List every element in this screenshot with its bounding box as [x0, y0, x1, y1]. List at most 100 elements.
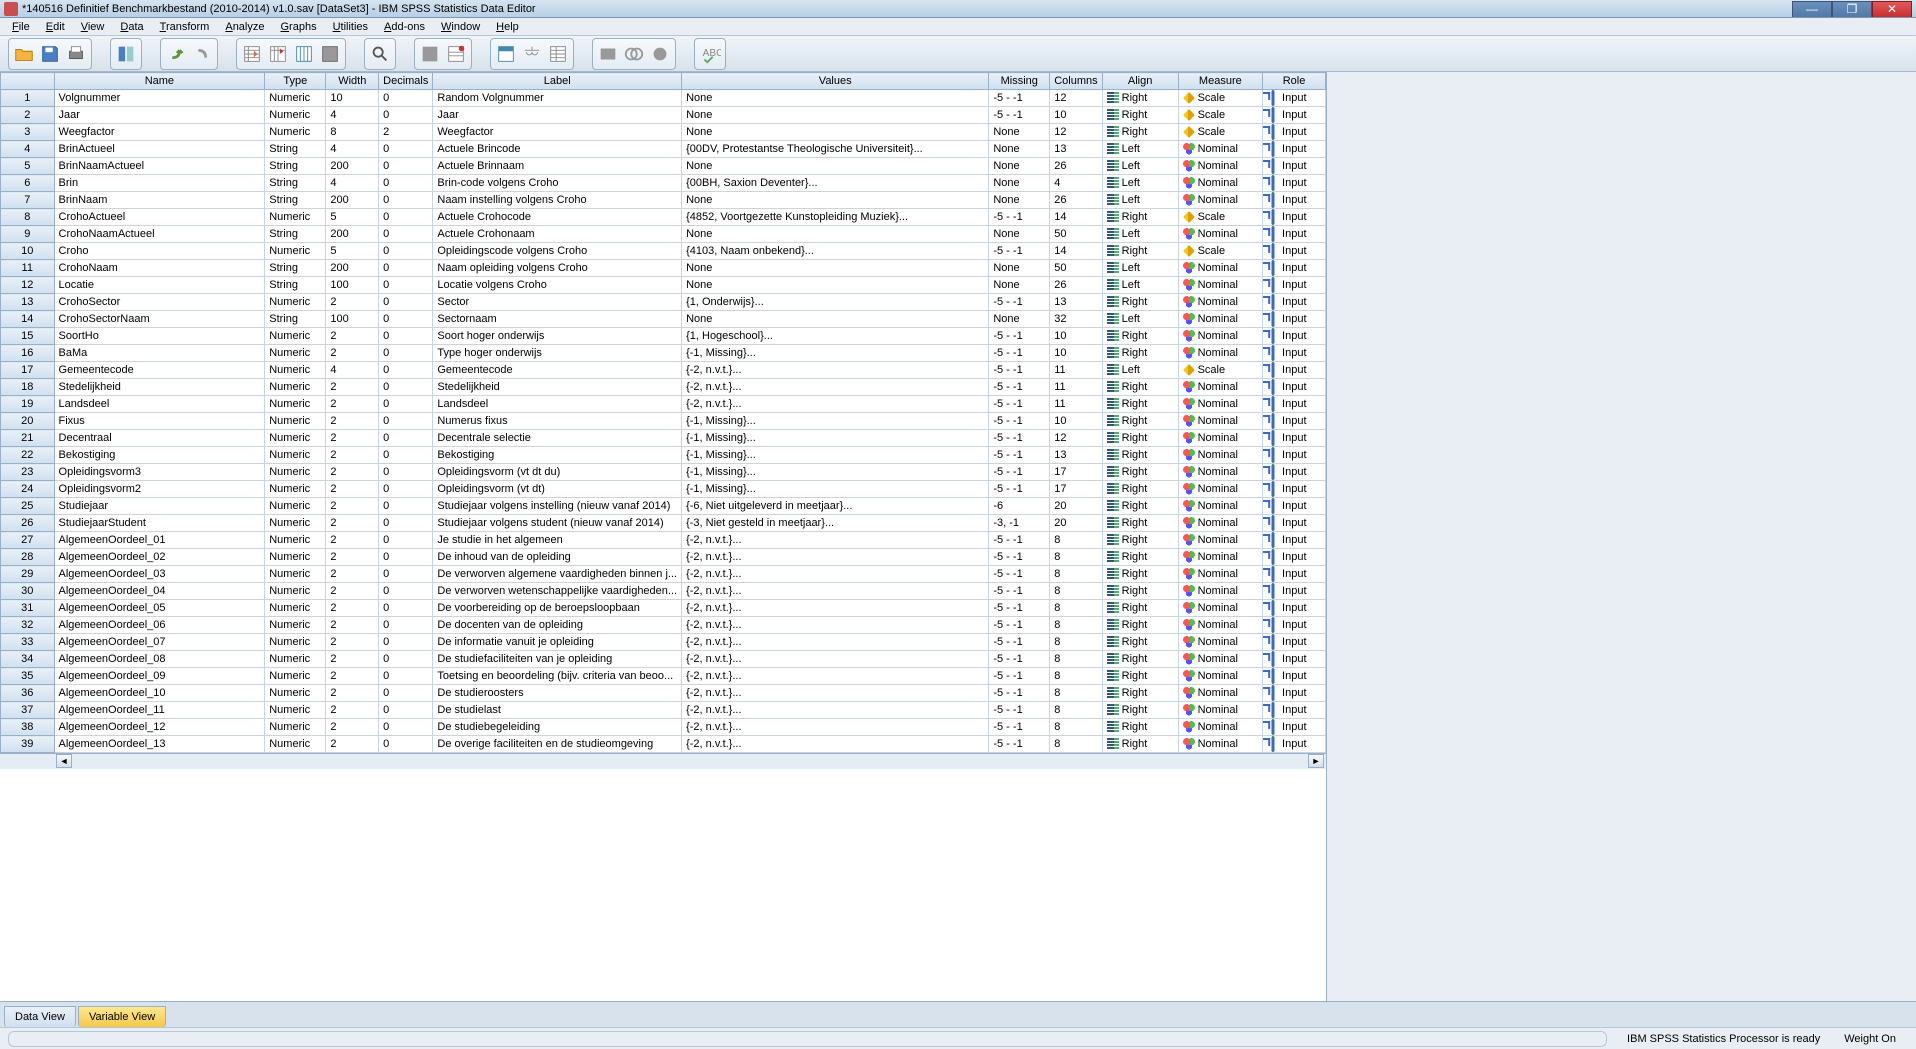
cell-decimals[interactable]: 0: [379, 226, 433, 243]
row-number[interactable]: 24: [1, 481, 55, 498]
cell-label[interactable]: De studiefaciliteiten van je opleiding: [433, 651, 682, 668]
cell-align[interactable]: Right: [1102, 668, 1178, 685]
cell-type[interactable]: String: [265, 141, 326, 158]
cell-values[interactable]: {00DV, Protestantse Theologische Univers…: [682, 141, 989, 158]
cell-label[interactable]: Jaar: [433, 107, 682, 124]
cell-decimals[interactable]: 0: [379, 175, 433, 192]
cell-label[interactable]: De studielast: [433, 702, 682, 719]
col-label[interactable]: Label: [433, 73, 682, 90]
cell-values[interactable]: None: [682, 107, 989, 124]
row-number[interactable]: 35: [1, 668, 55, 685]
cell-label[interactable]: Sector: [433, 294, 682, 311]
table-row[interactable]: 8CrohoActueelNumeric50Actuele Crohocode{…: [1, 209, 1326, 226]
cell-decimals[interactable]: 0: [379, 260, 433, 277]
cell-values[interactable]: {1, Hogeschool}...: [682, 328, 989, 345]
col-type[interactable]: Type: [265, 73, 326, 90]
table-row[interactable]: 23Opleidingsvorm3Numeric20Opleidingsvorm…: [1, 464, 1326, 481]
cell-align[interactable]: Right: [1102, 328, 1178, 345]
cell-role[interactable]: Input: [1263, 668, 1326, 685]
cell-role[interactable]: Input: [1263, 141, 1326, 158]
cell-role[interactable]: Input: [1263, 566, 1326, 583]
cell-width[interactable]: 2: [326, 328, 379, 345]
cell-align[interactable]: Right: [1102, 736, 1178, 753]
cell-type[interactable]: Numeric: [265, 107, 326, 124]
cell-align[interactable]: Left: [1102, 141, 1178, 158]
cell-values[interactable]: None: [682, 158, 989, 175]
cell-missing[interactable]: -5 - -1: [989, 345, 1050, 362]
cell-measure[interactable]: Scale: [1178, 209, 1262, 226]
cell-decimals[interactable]: 0: [379, 481, 433, 498]
cell-role[interactable]: Input: [1263, 549, 1326, 566]
menu-analyze[interactable]: Analyze: [217, 19, 272, 35]
cell-missing[interactable]: -5 - -1: [989, 617, 1050, 634]
run-descriptives-icon[interactable]: [317, 41, 343, 67]
show-labels-icon[interactable]: [595, 41, 621, 67]
cell-columns[interactable]: 10: [1050, 107, 1102, 124]
cell-values[interactable]: {-2, n.v.t.}...: [682, 362, 989, 379]
cell-missing[interactable]: None: [989, 124, 1050, 141]
cell-align[interactable]: Left: [1102, 158, 1178, 175]
row-number[interactable]: 32: [1, 617, 55, 634]
cell-type[interactable]: Numeric: [265, 447, 326, 464]
cell-missing[interactable]: -5 - -1: [989, 464, 1050, 481]
cell-name[interactable]: AlgemeenOordeel_07: [54, 634, 265, 651]
cell-columns[interactable]: 50: [1050, 260, 1102, 277]
cell-decimals[interactable]: 0: [379, 379, 433, 396]
row-number[interactable]: 19: [1, 396, 55, 413]
row-number[interactable]: 10: [1, 243, 55, 260]
cell-role[interactable]: Input: [1263, 515, 1326, 532]
cell-missing[interactable]: -5 - -1: [989, 651, 1050, 668]
row-number[interactable]: 34: [1, 651, 55, 668]
row-number[interactable]: 16: [1, 345, 55, 362]
scroll-right-button[interactable]: ►: [1308, 754, 1324, 768]
cell-width[interactable]: 2: [326, 294, 379, 311]
cell-columns[interactable]: 8: [1050, 566, 1102, 583]
cell-missing[interactable]: -5 - -1: [989, 702, 1050, 719]
table-row[interactable]: 14CrohoSectorNaamString1000SectornaamNon…: [1, 311, 1326, 328]
cell-type[interactable]: Numeric: [265, 617, 326, 634]
cell-role[interactable]: Input: [1263, 413, 1326, 430]
row-number[interactable]: 20: [1, 413, 55, 430]
cell-width[interactable]: 200: [326, 192, 379, 209]
cell-values[interactable]: {-2, n.v.t.}...: [682, 532, 989, 549]
cell-width[interactable]: 2: [326, 651, 379, 668]
cell-width[interactable]: 2: [326, 498, 379, 515]
cell-measure[interactable]: Scale: [1178, 124, 1262, 141]
cell-columns[interactable]: 11: [1050, 362, 1102, 379]
cell-missing[interactable]: -5 - -1: [989, 243, 1050, 260]
cell-missing[interactable]: None: [989, 226, 1050, 243]
cell-missing[interactable]: -5 - -1: [989, 736, 1050, 753]
row-number[interactable]: 21: [1, 430, 55, 447]
cell-values[interactable]: {-2, n.v.t.}...: [682, 634, 989, 651]
cell-label[interactable]: Sectornaam: [433, 311, 682, 328]
cell-columns[interactable]: 8: [1050, 600, 1102, 617]
table-row[interactable]: 26StudiejaarStudentNumeric20Studiejaar v…: [1, 515, 1326, 532]
row-number[interactable]: 37: [1, 702, 55, 719]
cell-decimals[interactable]: 0: [379, 413, 433, 430]
cell-values[interactable]: {-1, Missing}...: [682, 345, 989, 362]
cell-name[interactable]: AlgemeenOordeel_08: [54, 651, 265, 668]
cell-measure[interactable]: Nominal: [1178, 583, 1262, 600]
cell-width[interactable]: 2: [326, 617, 379, 634]
cell-align[interactable]: Right: [1102, 702, 1178, 719]
cell-measure[interactable]: Nominal: [1178, 277, 1262, 294]
cell-missing[interactable]: -5 - -1: [989, 600, 1050, 617]
cell-type[interactable]: Numeric: [265, 651, 326, 668]
table-row[interactable]: 4BrinActueelString40Actuele Brincode{00D…: [1, 141, 1326, 158]
cell-width[interactable]: 5: [326, 243, 379, 260]
cell-label[interactable]: Studiejaar volgens instelling (nieuw van…: [433, 498, 682, 515]
table-row[interactable]: 30AlgemeenOordeel_04Numeric20De verworve…: [1, 583, 1326, 600]
cell-values[interactable]: {-2, n.v.t.}...: [682, 566, 989, 583]
cell-type[interactable]: Numeric: [265, 668, 326, 685]
open-icon[interactable]: [11, 41, 37, 67]
cell-columns[interactable]: 8: [1050, 736, 1102, 753]
cell-align[interactable]: Left: [1102, 277, 1178, 294]
cell-width[interactable]: 2: [326, 566, 379, 583]
cell-columns[interactable]: 10: [1050, 413, 1102, 430]
cell-width[interactable]: 2: [326, 702, 379, 719]
table-row[interactable]: 35AlgemeenOordeel_09Numeric20Toetsing en…: [1, 668, 1326, 685]
cell-decimals[interactable]: 0: [379, 158, 433, 175]
cell-type[interactable]: String: [265, 226, 326, 243]
cell-align[interactable]: Right: [1102, 209, 1178, 226]
cell-role[interactable]: Input: [1263, 600, 1326, 617]
